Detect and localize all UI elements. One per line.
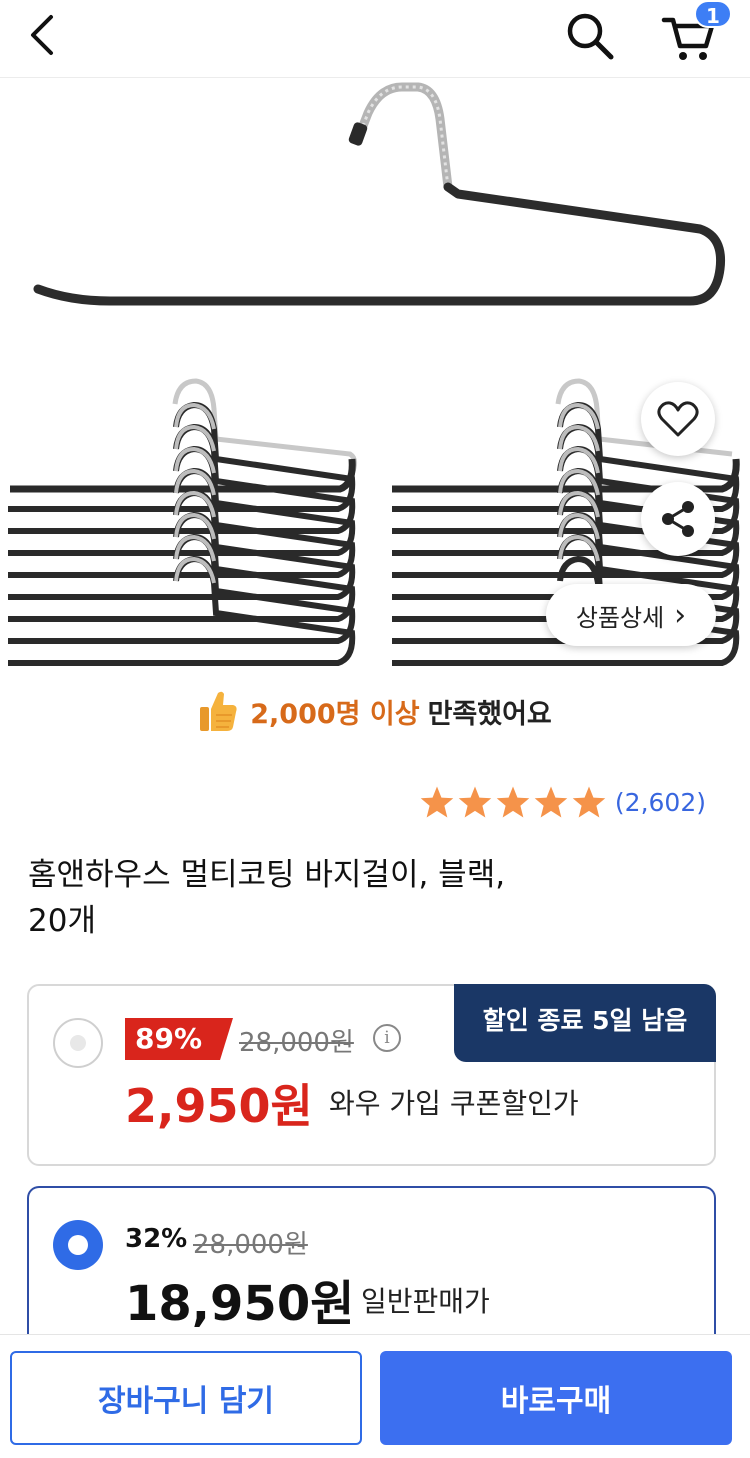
- coupon-price: 2,950원: [125, 1079, 313, 1133]
- price-option-regular[interactable]: 32% 28,000원 18,950원 일반판매가: [27, 1186, 716, 1346]
- star-icon: [496, 786, 530, 818]
- heart-icon: [657, 401, 699, 437]
- wishlist-button[interactable]: [641, 382, 715, 456]
- share-button[interactable]: [641, 482, 715, 556]
- product-title-line1: 홈앤하우스 멀티코팅 바지걸이, 블랙,: [28, 857, 506, 893]
- star-icon: [534, 786, 568, 818]
- price-option-coupon[interactable]: 89% 28,000원 i 2,950원 와우 가입 쿠폰할인가 할인 종료 5…: [27, 984, 716, 1166]
- info-icon[interactable]: i: [373, 1024, 401, 1052]
- star-icon: [572, 786, 606, 818]
- top-header: 1: [0, 0, 750, 78]
- product-detail-button[interactable]: 상품상세 ›: [546, 584, 716, 646]
- single-hanger: [33, 82, 726, 306]
- share-icon: [662, 501, 694, 537]
- back-button[interactable]: [18, 10, 68, 60]
- bottom-action-bar: 장바구니 담기 바로구매: [0, 1334, 750, 1458]
- cart-count-badge: 1: [694, 0, 732, 28]
- product-image[interactable]: 상품상세 ›: [0, 79, 750, 675]
- product-title-line2: 20개: [28, 903, 96, 939]
- option-radio-selected[interactable]: [53, 1220, 103, 1270]
- original-price: 28,000원: [239, 1028, 354, 1058]
- satisfaction-text: 만족했어요: [427, 698, 552, 730]
- star-icon: [420, 786, 454, 818]
- review-count[interactable]: (2,602): [615, 788, 706, 817]
- search-button[interactable]: [562, 8, 618, 64]
- buy-now-button[interactable]: 바로구매: [380, 1351, 732, 1445]
- discount-badge: 89%: [125, 1018, 233, 1060]
- thumbs-up-icon: [200, 691, 237, 731]
- rating-row[interactable]: (2,602): [419, 780, 706, 824]
- chevron-left-icon: [31, 15, 53, 55]
- discount-percent: 32%: [125, 1224, 188, 1254]
- product-title: 홈앤하우스 멀티코팅 바지걸이, 블랙, 20개: [28, 852, 718, 944]
- sale-ending-badge: 할인 종료 5일 남음: [454, 984, 716, 1062]
- hanger-stack-left: [8, 378, 358, 666]
- coupon-price-label: 와우 가입 쿠폰할인가: [329, 1087, 579, 1120]
- star-icon: [458, 786, 492, 818]
- regular-price: 18,950원: [125, 1276, 355, 1332]
- option-radio-unselected[interactable]: [53, 1018, 103, 1068]
- original-price: 28,000원: [193, 1230, 308, 1260]
- search-icon: [567, 13, 614, 60]
- product-detail-label: 상품상세: [575, 603, 665, 632]
- chevron-right-icon: ›: [674, 597, 687, 633]
- satisfaction-banner: 2,000명 이상 만족했어요: [0, 678, 750, 744]
- satisfaction-count: 2,000명 이상: [250, 698, 420, 730]
- regular-price-label: 일반판매가: [361, 1285, 490, 1318]
- add-to-cart-button[interactable]: 장바구니 담기: [10, 1351, 362, 1445]
